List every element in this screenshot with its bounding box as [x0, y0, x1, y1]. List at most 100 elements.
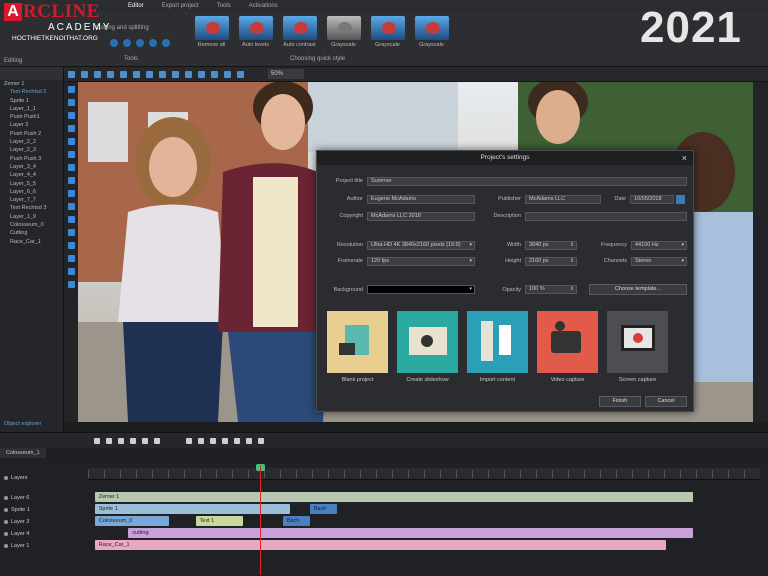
- finish-button[interactable]: Finish: [599, 396, 641, 407]
- layer-row[interactable]: Sprite 1: [0, 504, 88, 515]
- zoom-timeline-icon[interactable]: [246, 437, 252, 444]
- align-bottom-icon[interactable]: [211, 70, 218, 78]
- tree-item[interactable]: Layer_1_1: [0, 105, 63, 113]
- play-icon[interactable]: [94, 437, 100, 444]
- tile-create-slideshow[interactable]: Create slideshow: [397, 311, 458, 383]
- pointer-icon[interactable]: [67, 86, 75, 93]
- move-icon[interactable]: [67, 281, 75, 288]
- text-icon[interactable]: [67, 99, 75, 106]
- zoom-out-icon[interactable]: [123, 39, 131, 47]
- paste-icon[interactable]: [107, 70, 114, 78]
- tree-item[interactable]: Zemer 1: [0, 80, 63, 88]
- copy-icon[interactable]: [94, 70, 101, 78]
- grid-icon[interactable]: [146, 70, 153, 78]
- layer-row[interactable]: Layer 4: [0, 528, 88, 539]
- chart-icon[interactable]: [67, 164, 75, 171]
- tree-item[interactable]: Layer_1_9: [0, 213, 63, 221]
- animation-icon[interactable]: [67, 242, 75, 249]
- quick-style-grayscale[interactable]: Grayscale: [324, 16, 363, 48]
- marker-icon[interactable]: [198, 437, 204, 444]
- filter-icon[interactable]: [67, 255, 75, 262]
- timeline-tab[interactable]: Colosseum_1: [0, 448, 46, 458]
- playhead[interactable]: [260, 465, 261, 575]
- tree-item[interactable]: Sprite 1: [0, 97, 63, 105]
- visibility-icon[interactable]: [4, 495, 8, 500]
- distribute-icon[interactable]: [224, 70, 231, 78]
- tree-item[interactable]: Push Push 3: [0, 155, 63, 163]
- timeline-clip[interactable]: Bach: [282, 516, 310, 526]
- quick-style-auto-levels[interactable]: Auto levels: [236, 16, 275, 48]
- tree-item[interactable]: Layer 2: [0, 121, 63, 129]
- tree-item[interactable]: Push Push 2: [0, 130, 63, 138]
- next-frame-icon[interactable]: [142, 437, 148, 444]
- pause-icon[interactable]: [106, 437, 112, 444]
- tile-screen-capture[interactable]: Screen capture: [607, 311, 668, 383]
- timeline-clip[interactable]: Zemer 1: [94, 492, 693, 502]
- record-icon[interactable]: [186, 437, 192, 444]
- quick-style-grayscale-3[interactable]: Grayscale: [412, 16, 451, 48]
- redo-icon[interactable]: [149, 39, 157, 47]
- cancel-button[interactable]: Cancel: [645, 396, 687, 407]
- rotate-icon[interactable]: [159, 70, 166, 78]
- undo-icon[interactable]: [136, 39, 144, 47]
- tile-blank-project[interactable]: Blank project: [327, 311, 388, 383]
- delete-icon[interactable]: [120, 70, 127, 78]
- tree-item[interactable]: Text Rechtsd 2: [0, 88, 63, 96]
- calendar-icon[interactable]: [676, 195, 685, 204]
- trim-icon[interactable]: [222, 437, 228, 444]
- tree-item[interactable]: Layer_7_7: [0, 196, 63, 204]
- tree-item[interactable]: Layer_5_5: [0, 180, 63, 188]
- circle-icon[interactable]: [133, 70, 140, 78]
- tile-import-content[interactable]: Import content: [467, 311, 528, 383]
- align-top-icon[interactable]: [198, 70, 205, 78]
- framerate-select[interactable]: 120 fps ▾: [367, 257, 475, 266]
- layer-row[interactable]: Layer 1: [0, 540, 88, 551]
- tree-item[interactable]: Layer_4_4: [0, 171, 63, 179]
- volume-icon[interactable]: [258, 437, 264, 444]
- group-icon[interactable]: [237, 70, 244, 78]
- tree-item[interactable]: Layer_6_6: [0, 188, 63, 196]
- frequency-select[interactable]: 44100 Hz ▾: [631, 241, 687, 250]
- layers-root[interactable]: Layers: [0, 472, 88, 483]
- quick-style-remove-all[interactable]: Remove all: [192, 16, 231, 48]
- background-color-select[interactable]: ▾: [367, 285, 475, 294]
- tile-video-capture[interactable]: Video capture: [537, 311, 598, 383]
- tree-item[interactable]: Layer_2_2: [0, 138, 63, 146]
- object-explorer-tab[interactable]: Object explorer: [4, 421, 41, 427]
- transition-icon[interactable]: [67, 216, 75, 223]
- audio-icon[interactable]: [67, 138, 75, 145]
- sprite-icon[interactable]: [67, 190, 75, 197]
- opacity-stepper[interactable]: 100 % ⇕: [525, 285, 577, 294]
- close-icon[interactable]: ×: [682, 151, 687, 165]
- width-stepper[interactable]: 3840 px ⇕: [525, 241, 577, 250]
- subtitle-icon[interactable]: [67, 177, 75, 184]
- description-field[interactable]: [525, 212, 687, 221]
- layer-row[interactable]: Layer 3: [0, 516, 88, 527]
- prev-frame-icon[interactable]: [130, 437, 136, 444]
- timeline-clip[interactable]: cutting: [128, 528, 693, 538]
- copyright-field[interactable]: McAdams LLC 2018: [367, 212, 475, 221]
- quick-style-grayscale-2[interactable]: Grayscale: [368, 16, 407, 48]
- select-icon[interactable]: [68, 70, 75, 78]
- fit-icon[interactable]: [162, 39, 170, 47]
- height-stepper[interactable]: 2160 px ⇕: [525, 257, 577, 266]
- zoom-select[interactable]: 50%: [268, 69, 304, 79]
- timeline-clip[interactable]: Race_Car_1: [94, 540, 666, 550]
- timeline-clip[interactable]: Bach: [309, 504, 337, 514]
- channels-select[interactable]: Stereo ▾: [631, 257, 687, 266]
- menu-export-project[interactable]: Export project: [162, 3, 199, 9]
- layer-row[interactable]: Layer 6: [0, 492, 88, 503]
- counter-icon[interactable]: [67, 268, 75, 275]
- right-scroll-strip[interactable]: [753, 82, 768, 422]
- tree-item[interactable]: Text Rechtsd 3: [0, 204, 63, 212]
- author-field[interactable]: Eugene McAdams: [367, 195, 475, 204]
- tree-item[interactable]: Layer_3_4: [0, 163, 63, 171]
- menu-editor[interactable]: Editor: [128, 3, 144, 9]
- tree-item[interactable]: Cutting: [0, 229, 63, 237]
- video-icon[interactable]: [67, 125, 75, 132]
- effect-icon[interactable]: [67, 203, 75, 210]
- tree-item[interactable]: Race_Car_1: [0, 238, 63, 246]
- snap-icon[interactable]: [234, 437, 240, 444]
- tree-item[interactable]: Colosseum_0: [0, 221, 63, 229]
- tree-item[interactable]: Layer_2_3: [0, 146, 63, 154]
